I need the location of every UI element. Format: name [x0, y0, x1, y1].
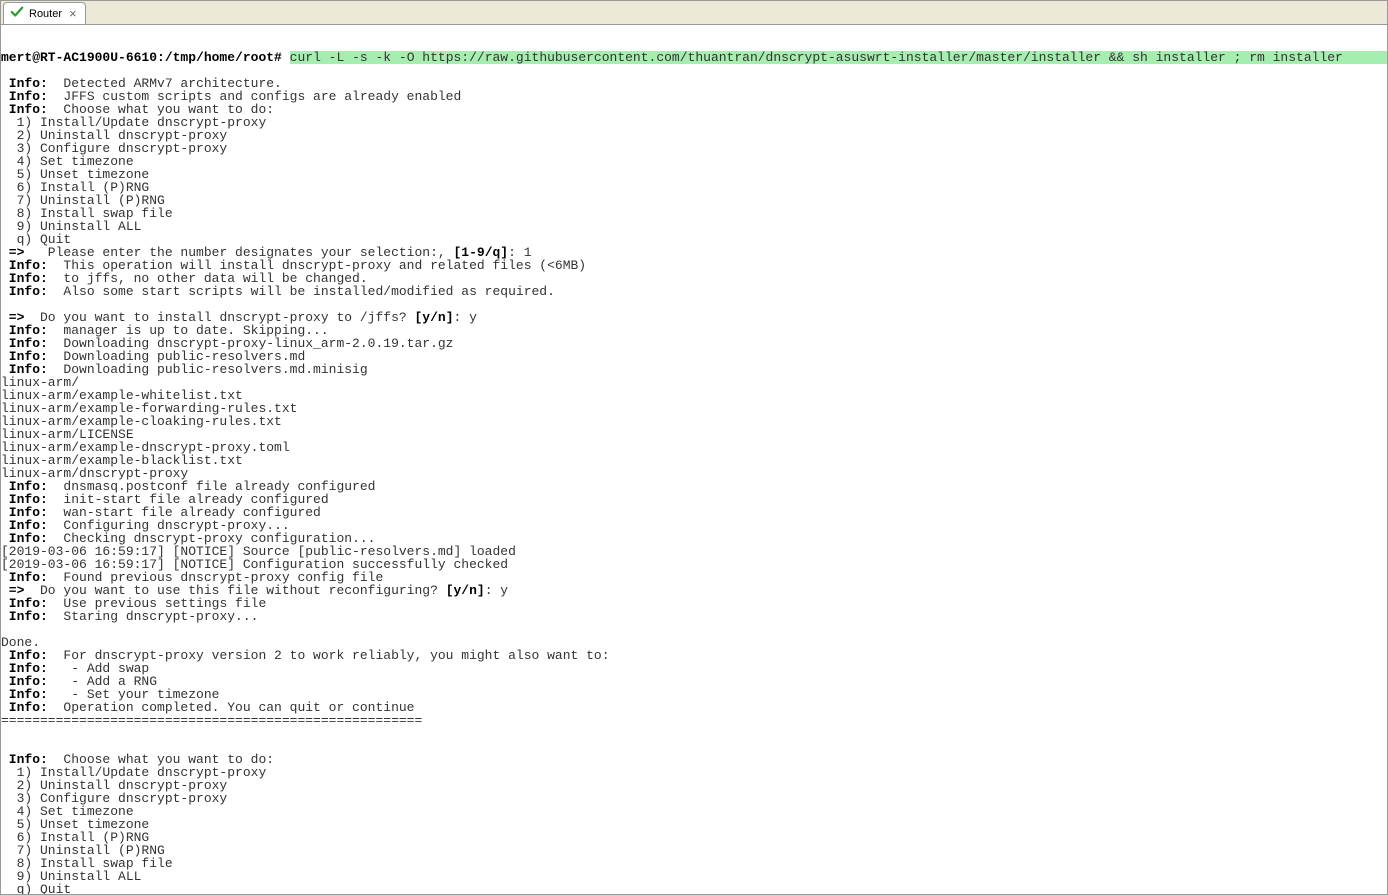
- terminal-line: 6) Install (P)RNG: [1, 181, 1387, 194]
- tab-label: Router: [29, 8, 62, 20]
- terminal-line: 5) Unset timezone: [1, 818, 1387, 831]
- terminal-line: [1, 623, 1387, 636]
- terminal-line: Info: For dnscrypt-proxy version 2 to wo…: [1, 649, 1387, 662]
- terminal-line: 8) Install swap file: [1, 857, 1387, 870]
- check-icon: [10, 5, 24, 22]
- tab-bar: Router ×: [1, 1, 1387, 25]
- terminal-line: 4) Set timezone: [1, 155, 1387, 168]
- terminal-line: Info: Downloading public-resolvers.md.mi…: [1, 363, 1387, 376]
- terminal-line: Info: - Add swap: [1, 662, 1387, 675]
- terminal-line: Info: Also some start scripts will be in…: [1, 285, 1387, 298]
- shell-prompt: mert@RT-AC1900U-6610:/tmp/home/root#: [1, 51, 290, 64]
- terminal-output[interactable]: mert@RT-AC1900U-6610:/tmp/home/root# cur…: [1, 25, 1387, 894]
- tab-router[interactable]: Router ×: [3, 2, 86, 24]
- terminal-line: 9) Uninstall ALL: [1, 870, 1387, 883]
- terminal-line: [1, 727, 1387, 740]
- terminal-line: 6) Install (P)RNG: [1, 831, 1387, 844]
- terminal-line: 3) Configure dnscrypt-proxy: [1, 792, 1387, 805]
- terminal-line: Info: Staring dnscrypt-proxy...: [1, 610, 1387, 623]
- terminal-line: 9) Uninstall ALL: [1, 220, 1387, 233]
- terminal-line: linux-arm/example-cloaking-rules.txt: [1, 415, 1387, 428]
- terminal-line: 7) Uninstall (P)RNG: [1, 844, 1387, 857]
- terminal-line: 7) Uninstall (P)RNG: [1, 194, 1387, 207]
- terminal-line: linux-arm/example-blacklist.txt: [1, 454, 1387, 467]
- terminal-line: 8) Install swap file: [1, 207, 1387, 220]
- terminal-line: 5) Unset timezone: [1, 168, 1387, 181]
- shell-command: curl -L -s -k -O https://raw.githubuserc…: [290, 51, 1387, 64]
- terminal-line: ========================================…: [1, 714, 1387, 727]
- terminal-line: 4) Set timezone: [1, 805, 1387, 818]
- terminal-line: 3) Configure dnscrypt-proxy: [1, 142, 1387, 155]
- terminal-line: q) Quit: [1, 883, 1387, 894]
- close-icon[interactable]: ×: [67, 6, 79, 21]
